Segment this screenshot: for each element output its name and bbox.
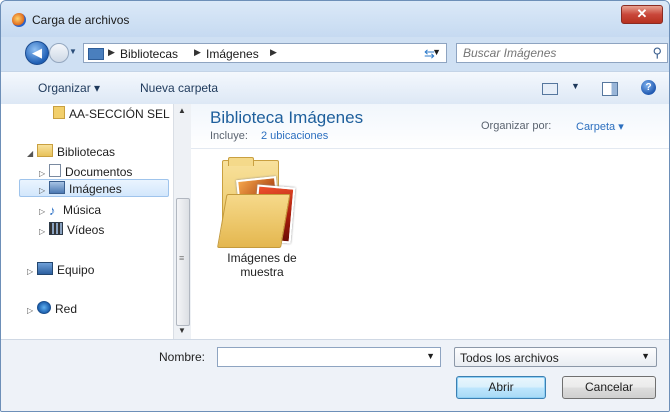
sidebar-item-label: Bibliotecas — [57, 145, 116, 159]
locations-link[interactable]: 2 ubicaciones — [261, 130, 328, 142]
sidebar-item-label: AA-SECCIÓN SEL — [69, 107, 170, 121]
expanded-icon[interactable]: ◢ — [27, 149, 37, 158]
preview-pane-icon[interactable] — [602, 82, 618, 96]
sidebar-item-label: Equipo — [57, 263, 95, 277]
collapsed-icon[interactable]: ▷ — [39, 207, 49, 216]
library-header: Biblioteca Imágenes Incluye: 2 ubicacion… — [191, 104, 669, 149]
view-options-dropdown-icon[interactable]: ▼ — [571, 81, 580, 91]
browser-icon — [12, 13, 26, 27]
sidebar-item-red[interactable]: ▷ Red — [27, 301, 77, 316]
search-box[interactable]: ⚲ — [456, 43, 668, 63]
documents-icon — [49, 164, 61, 177]
file-item-label: Imágenes de muestra — [227, 251, 297, 279]
scroll-down-icon[interactable]: ▼ — [178, 326, 186, 335]
navigation-scrollbar[interactable]: ▲ ≡ ▼ — [173, 104, 191, 339]
sidebar-item-label: Música — [63, 203, 102, 217]
libraries-icon — [37, 144, 53, 157]
filename-combobox[interactable]: ▼ — [217, 347, 441, 367]
arrange-by-dropdown[interactable]: Carpeta ▾ — [576, 120, 624, 133]
close-button[interactable]: ✕ — [621, 5, 663, 24]
collapsed-icon[interactable]: ▷ — [39, 227, 49, 236]
forward-button[interactable] — [49, 43, 69, 63]
change-view-icon[interactable] — [542, 83, 558, 95]
navigation-bar: ◀ ▼ ▶ Bibliotecas ▶ Imágenes ▶ ▼ ⇆ ⚲ — [1, 37, 669, 69]
organize-button[interactable]: Organizar ▾ — [38, 81, 100, 95]
navigation-pane: AA-SECCIÓN SEL ◢ Bibliotecas ▷ Documentos … — [1, 104, 173, 339]
chevron-right-icon[interactable]: ▶ — [194, 47, 201, 58]
sidebar-item-label: Red — [55, 302, 78, 316]
command-bar: Organizar ▾ Nueva carpeta ▼ ? — [1, 71, 669, 105]
recent-locations-dropdown-icon[interactable]: ▼ — [69, 47, 79, 56]
search-icon[interactable]: ⚲ — [652, 45, 662, 61]
help-icon[interactable]: ? — [641, 80, 656, 95]
grip-icon: ≡ — [179, 253, 185, 263]
breadcrumb-bibliotecas[interactable]: Bibliotecas — [120, 47, 178, 61]
folder-front — [217, 194, 291, 248]
file-type-select[interactable]: Todos los archivos ▼ — [454, 347, 657, 367]
filename-label: Nombre: — [159, 350, 206, 364]
sidebar-item-aa-seccion[interactable]: AA-SECCIÓN SEL — [53, 106, 170, 121]
scroll-up-icon[interactable]: ▲ — [178, 106, 186, 115]
filename-input[interactable] — [222, 350, 412, 364]
sidebar-item-documentos[interactable]: ▷ Documentos — [39, 164, 132, 179]
folder-icon — [53, 106, 65, 119]
file-upload-dialog: Carga de archivos ✕ ◀ ▼ ▶ Bibliotecas ▶ … — [0, 0, 670, 412]
arrange-by-label: Organizar por: — [481, 120, 552, 132]
filename-dropdown-icon[interactable]: ▼ — [426, 351, 435, 361]
collapsed-icon[interactable]: ▷ — [20, 186, 49, 195]
includes-label: Incluye: — [210, 130, 248, 142]
sidebar-item-imagenes[interactable]: ▷ Imágenes — [19, 179, 169, 197]
cancel-button[interactable]: Cancelar — [562, 376, 656, 399]
dialog-footer: Nombre: ▼ Todos los archivos ▼ Abrir Can… — [1, 339, 669, 411]
breadcrumb-imagenes[interactable]: Imágenes — [206, 47, 259, 61]
library-icon — [88, 48, 104, 60]
library-title: Biblioteca Imágenes — [210, 108, 364, 127]
collapsed-icon[interactable]: ▷ — [27, 306, 37, 315]
sidebar-item-label: Documentos — [65, 165, 133, 179]
sidebar-item-videos[interactable]: ▷ Vídeos — [39, 222, 104, 237]
back-button[interactable]: ◀ — [25, 41, 49, 65]
music-icon: ♪ — [49, 203, 56, 218]
chevron-right-icon[interactable]: ▶ — [270, 47, 277, 58]
window-title: Carga de archivos — [32, 13, 130, 27]
new-folder-button[interactable]: Nueva carpeta — [140, 81, 218, 95]
title-bar: Carga de archivos ✕ — [1, 1, 669, 37]
chevron-right-icon[interactable]: ▶ — [108, 47, 115, 58]
file-list-pane: Biblioteca Imágenes Incluye: 2 ubicacion… — [191, 104, 669, 339]
collapsed-icon[interactable]: ▷ — [39, 169, 49, 178]
search-input[interactable] — [463, 46, 643, 60]
open-button[interactable]: Abrir — [456, 376, 546, 399]
collapsed-icon[interactable]: ▷ — [27, 267, 37, 276]
file-type-value: Todos los archivos — [460, 351, 559, 365]
sidebar-item-label: Vídeos — [67, 223, 105, 237]
network-icon — [37, 301, 51, 314]
file-item[interactable]: Imágenes de muestra — [217, 157, 307, 288]
refresh-icon[interactable]: ⇆ — [424, 46, 435, 62]
address-bar[interactable]: ▶ Bibliotecas ▶ Imágenes ▶ ▼ — [83, 43, 447, 63]
sidebar-item-equipo[interactable]: ▷ Equipo — [27, 262, 94, 277]
chevron-down-icon[interactable]: ▼ — [641, 351, 650, 361]
pictures-icon — [49, 181, 65, 194]
videos-icon — [49, 222, 63, 235]
sidebar-item-musica[interactable]: ▷ ♪ Música — [39, 203, 101, 217]
sidebar-item-bibliotecas[interactable]: ◢ Bibliotecas — [27, 144, 115, 159]
scrollbar-thumb[interactable]: ≡ — [176, 198, 190, 326]
sidebar-item-label: Imágenes — [69, 182, 122, 196]
computer-icon — [37, 262, 53, 275]
